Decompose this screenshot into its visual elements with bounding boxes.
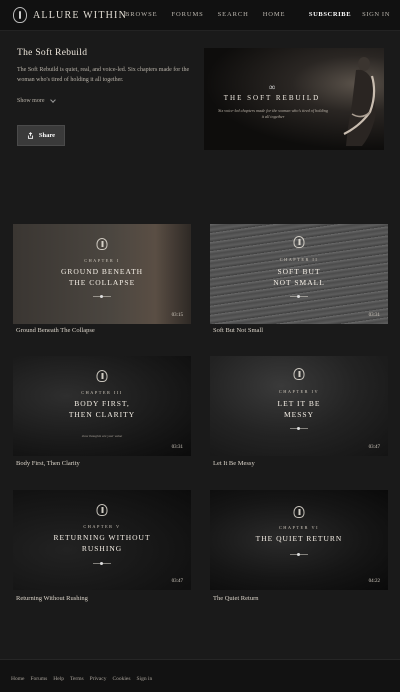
footer-link-forums[interactable]: Forums bbox=[30, 676, 47, 682]
chapter-emblem-icon bbox=[96, 370, 108, 382]
nav-home[interactable]: HOME bbox=[263, 11, 286, 18]
chapter-divider bbox=[290, 552, 308, 556]
share-button[interactable]: Share bbox=[17, 125, 65, 146]
chapter-duration: 03:47 bbox=[171, 579, 183, 584]
chapter-number: CHAPTER I bbox=[84, 258, 120, 263]
chapter-emblem-icon bbox=[293, 368, 305, 380]
cover-subtitle: Six voice-led chapters made for the woma… bbox=[218, 108, 328, 119]
share-icon bbox=[27, 132, 34, 139]
footer: Home Forums Help Terms Privacy Cookies S… bbox=[0, 659, 400, 692]
chapter-title-line2: THE COLLAPSE bbox=[68, 278, 136, 287]
chapter-duration: 03:31 bbox=[368, 313, 380, 318]
chapter-number: CHAPTER III bbox=[81, 390, 123, 395]
series-cover-image[interactable]: ∞ THE SOFT REBUILD Six voice-led chapter… bbox=[204, 48, 384, 150]
chapter-label-4[interactable]: Let It Be Messy bbox=[213, 460, 255, 467]
chapter-card-4[interactable]: CHAPTER IV LET IT BE MESSY 03:47 bbox=[210, 356, 388, 456]
chapter-card-5[interactable]: CHAPTER V RETURNING WITHOUT RUSHING 03:4… bbox=[13, 490, 191, 590]
chapter-title-line2: NOT SMALL bbox=[273, 278, 325, 287]
series-title: The Soft Rebuild bbox=[17, 48, 88, 58]
chapter-title-line1: BODY FIRST, bbox=[74, 399, 130, 408]
chapter-card-3[interactable]: CHAPTER III BODY FIRST, THEN CLARITY slo… bbox=[13, 356, 191, 456]
chapter-title-line2: THEN CLARITY bbox=[68, 410, 136, 419]
cover-title: THE SOFT REBUILD bbox=[223, 94, 321, 102]
chapter-number: CHAPTER IV bbox=[278, 389, 320, 394]
series-description: The Soft Rebuild is quiet, real, and voi… bbox=[17, 67, 190, 83]
account-nav: SUBSCRIBE SIGN IN bbox=[309, 11, 390, 18]
top-nav-bar: ALLURE WITHIN BROWSE FORUMS SEARCH HOME … bbox=[0, 0, 400, 31]
chapter-emblem-icon bbox=[96, 238, 108, 250]
chapter-label-6[interactable]: The Quiet Return bbox=[213, 595, 259, 602]
chapter-label-5[interactable]: Returning Without Rushing bbox=[16, 595, 88, 602]
chapter-label-1[interactable]: Ground Beneath The Collapse bbox=[16, 327, 95, 334]
footer-link-terms[interactable]: Terms bbox=[70, 676, 84, 682]
show-more-label: Show more bbox=[17, 98, 45, 104]
chapter-title-line1: GROUND BENEATH bbox=[60, 267, 144, 276]
chapter-tagline: slow thoughts are your value bbox=[81, 434, 123, 438]
footer-link-home[interactable]: Home bbox=[11, 676, 24, 682]
footer-link-privacy[interactable]: Privacy bbox=[90, 676, 107, 682]
allure-logo-icon bbox=[13, 7, 27, 23]
chapter-divider bbox=[93, 294, 111, 298]
chapter-emblem-icon bbox=[96, 504, 108, 516]
chapter-divider bbox=[290, 294, 308, 298]
footer-link-help[interactable]: Help bbox=[53, 676, 64, 682]
chapter-title-line1: THE QUIET RETURN bbox=[255, 534, 343, 543]
infinity-icon: ∞ bbox=[268, 82, 276, 92]
chapter-title-line1: SOFT BUT bbox=[277, 267, 321, 276]
footer-links: Home Forums Help Terms Privacy Cookies S… bbox=[11, 676, 152, 682]
chapter-divider bbox=[93, 561, 111, 565]
chapter-label-2[interactable]: Soft But Not Small bbox=[213, 327, 263, 334]
chapter-title-line1: LET IT BE bbox=[277, 399, 321, 408]
chapter-number: CHAPTER VI bbox=[278, 525, 320, 530]
chapter-emblem-icon bbox=[293, 236, 305, 248]
brand-name: ALLURE WITHIN bbox=[33, 9, 128, 21]
chapter-card-2[interactable]: CHAPTER II SOFT BUT NOT SMALL 03:31 bbox=[210, 224, 388, 324]
chapter-number: CHAPTER V bbox=[83, 524, 121, 529]
chapter-number: CHAPTER II bbox=[279, 257, 319, 262]
chapter-title-line2: RUSHING bbox=[81, 544, 123, 553]
nav-browse[interactable]: BROWSE bbox=[125, 11, 158, 18]
chapter-divider bbox=[290, 426, 308, 430]
chapter-label-3[interactable]: Body First, Then Clarity bbox=[16, 460, 80, 467]
subscribe-link[interactable]: SUBSCRIBE bbox=[309, 11, 351, 18]
chapter-emblem-icon bbox=[293, 506, 305, 518]
chevron-down-icon bbox=[49, 97, 56, 103]
share-label: Share bbox=[38, 132, 56, 139]
chapter-title-line1: RETURNING WITHOUT bbox=[53, 533, 151, 542]
signin-link[interactable]: SIGN IN bbox=[362, 11, 390, 18]
show-more-toggle[interactable]: Show more bbox=[17, 97, 56, 104]
footer-link-cookies[interactable]: Cookies bbox=[112, 676, 130, 682]
chapter-duration: 04:22 bbox=[368, 579, 380, 584]
chapter-duration: 03:15 bbox=[171, 313, 183, 318]
chapter-title-line2: MESSY bbox=[283, 410, 314, 419]
nav-forums[interactable]: FORUMS bbox=[172, 11, 204, 18]
chapter-duration: 03:31 bbox=[171, 445, 183, 450]
main-nav: BROWSE FORUMS SEARCH HOME bbox=[125, 11, 299, 18]
footer-link-signin[interactable]: Sign in bbox=[136, 676, 152, 682]
nav-search[interactable]: SEARCH bbox=[218, 11, 249, 18]
chapter-card-6[interactable]: CHAPTER VI THE QUIET RETURN 04:22 bbox=[210, 490, 388, 590]
brand-logo[interactable]: ALLURE WITHIN bbox=[13, 7, 127, 23]
chapter-card-1[interactable]: CHAPTER I GROUND BENEATH THE COLLAPSE 03… bbox=[13, 224, 191, 324]
chapter-duration: 03:47 bbox=[368, 445, 380, 450]
